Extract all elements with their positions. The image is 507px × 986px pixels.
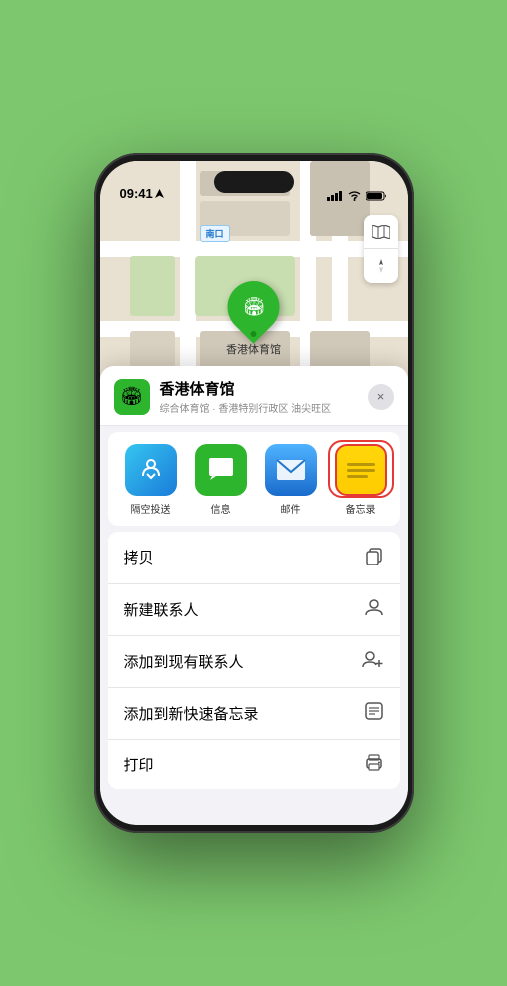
share-mail[interactable]: 邮件 (262, 444, 320, 516)
print-label: 打印 (124, 754, 154, 775)
share-airdrop[interactable]: 隔空投送 (122, 444, 180, 516)
share-messages[interactable]: 信息 (192, 444, 250, 516)
status-icons (327, 191, 388, 201)
note-icon (364, 701, 384, 726)
map-icon (372, 225, 390, 239)
location-card-icon: 🏟 (114, 379, 150, 415)
copy-icon (364, 545, 384, 570)
map-type-button[interactable] (364, 215, 398, 249)
location-subtitle: 综合体育馆 · 香港特别行政区 油尖旺区 (160, 400, 358, 415)
messages-icon (195, 444, 247, 496)
phone-frame: 09:41 (94, 153, 414, 833)
time-display: 09:41 (120, 186, 153, 201)
share-notes[interactable]: 备忘录 (332, 444, 390, 516)
messages-symbol (206, 456, 236, 484)
battery-icon (366, 191, 388, 201)
action-copy[interactable]: 拷贝 (108, 532, 400, 584)
close-button[interactable]: × (368, 384, 394, 410)
airdrop-label: 隔空投送 (131, 501, 171, 516)
dynamic-island (214, 171, 294, 193)
signal-icon (327, 191, 343, 201)
messages-label: 信息 (211, 501, 231, 516)
action-new-contact[interactable]: 新建联系人 (108, 584, 400, 636)
action-add-to-contact[interactable]: 添加到现有联系人 (108, 636, 400, 688)
pin-dot (251, 331, 257, 337)
location-button[interactable] (364, 249, 398, 283)
phone-screen: 09:41 (100, 161, 408, 825)
location-header: 🏟 香港体育馆 综合体育馆 · 香港特别行政区 油尖旺区 × (100, 366, 408, 426)
action-print[interactable]: 打印 (108, 740, 400, 789)
action-quick-note[interactable]: 添加到新快速备忘录 (108, 688, 400, 740)
airdrop-symbol (137, 456, 165, 484)
notes-label: 备忘录 (346, 501, 376, 516)
copy-label: 拷贝 (124, 547, 154, 568)
location-icon (155, 189, 164, 198)
airdrop-icon (125, 444, 177, 496)
location-pin: 🏟 香港体育馆 (226, 281, 281, 357)
mail-label: 邮件 (281, 501, 301, 516)
mail-icon (265, 444, 317, 496)
notes-icon (335, 444, 387, 496)
location-name: 香港体育馆 (160, 378, 358, 399)
person-icon (364, 597, 384, 622)
printer-icon (364, 753, 384, 776)
share-row: 隔空投送 信息 (108, 432, 400, 526)
bottom-sheet: 🏟 香港体育馆 综合体育馆 · 香港特别行政区 油尖旺区 × (100, 366, 408, 825)
close-label: × (377, 389, 385, 404)
map-label-nankou: 南口 (200, 225, 230, 242)
nankou-text: 南口 (206, 229, 224, 239)
map-controls (364, 215, 398, 283)
wifi-icon (348, 191, 361, 201)
stadium-icon: 🏟 (242, 297, 265, 318)
action-list: 拷贝 新建联系人 (108, 532, 400, 789)
new-contact-label: 新建联系人 (124, 599, 199, 620)
person-add-icon (362, 649, 384, 674)
quick-note-label: 添加到新快速备忘录 (124, 703, 259, 724)
add-contact-label: 添加到现有联系人 (124, 651, 244, 672)
location-info: 香港体育馆 综合体育馆 · 香港特别行政区 油尖旺区 (160, 378, 358, 415)
mail-symbol (276, 459, 306, 481)
compass-icon (374, 259, 388, 273)
status-time: 09:41 (120, 186, 164, 201)
